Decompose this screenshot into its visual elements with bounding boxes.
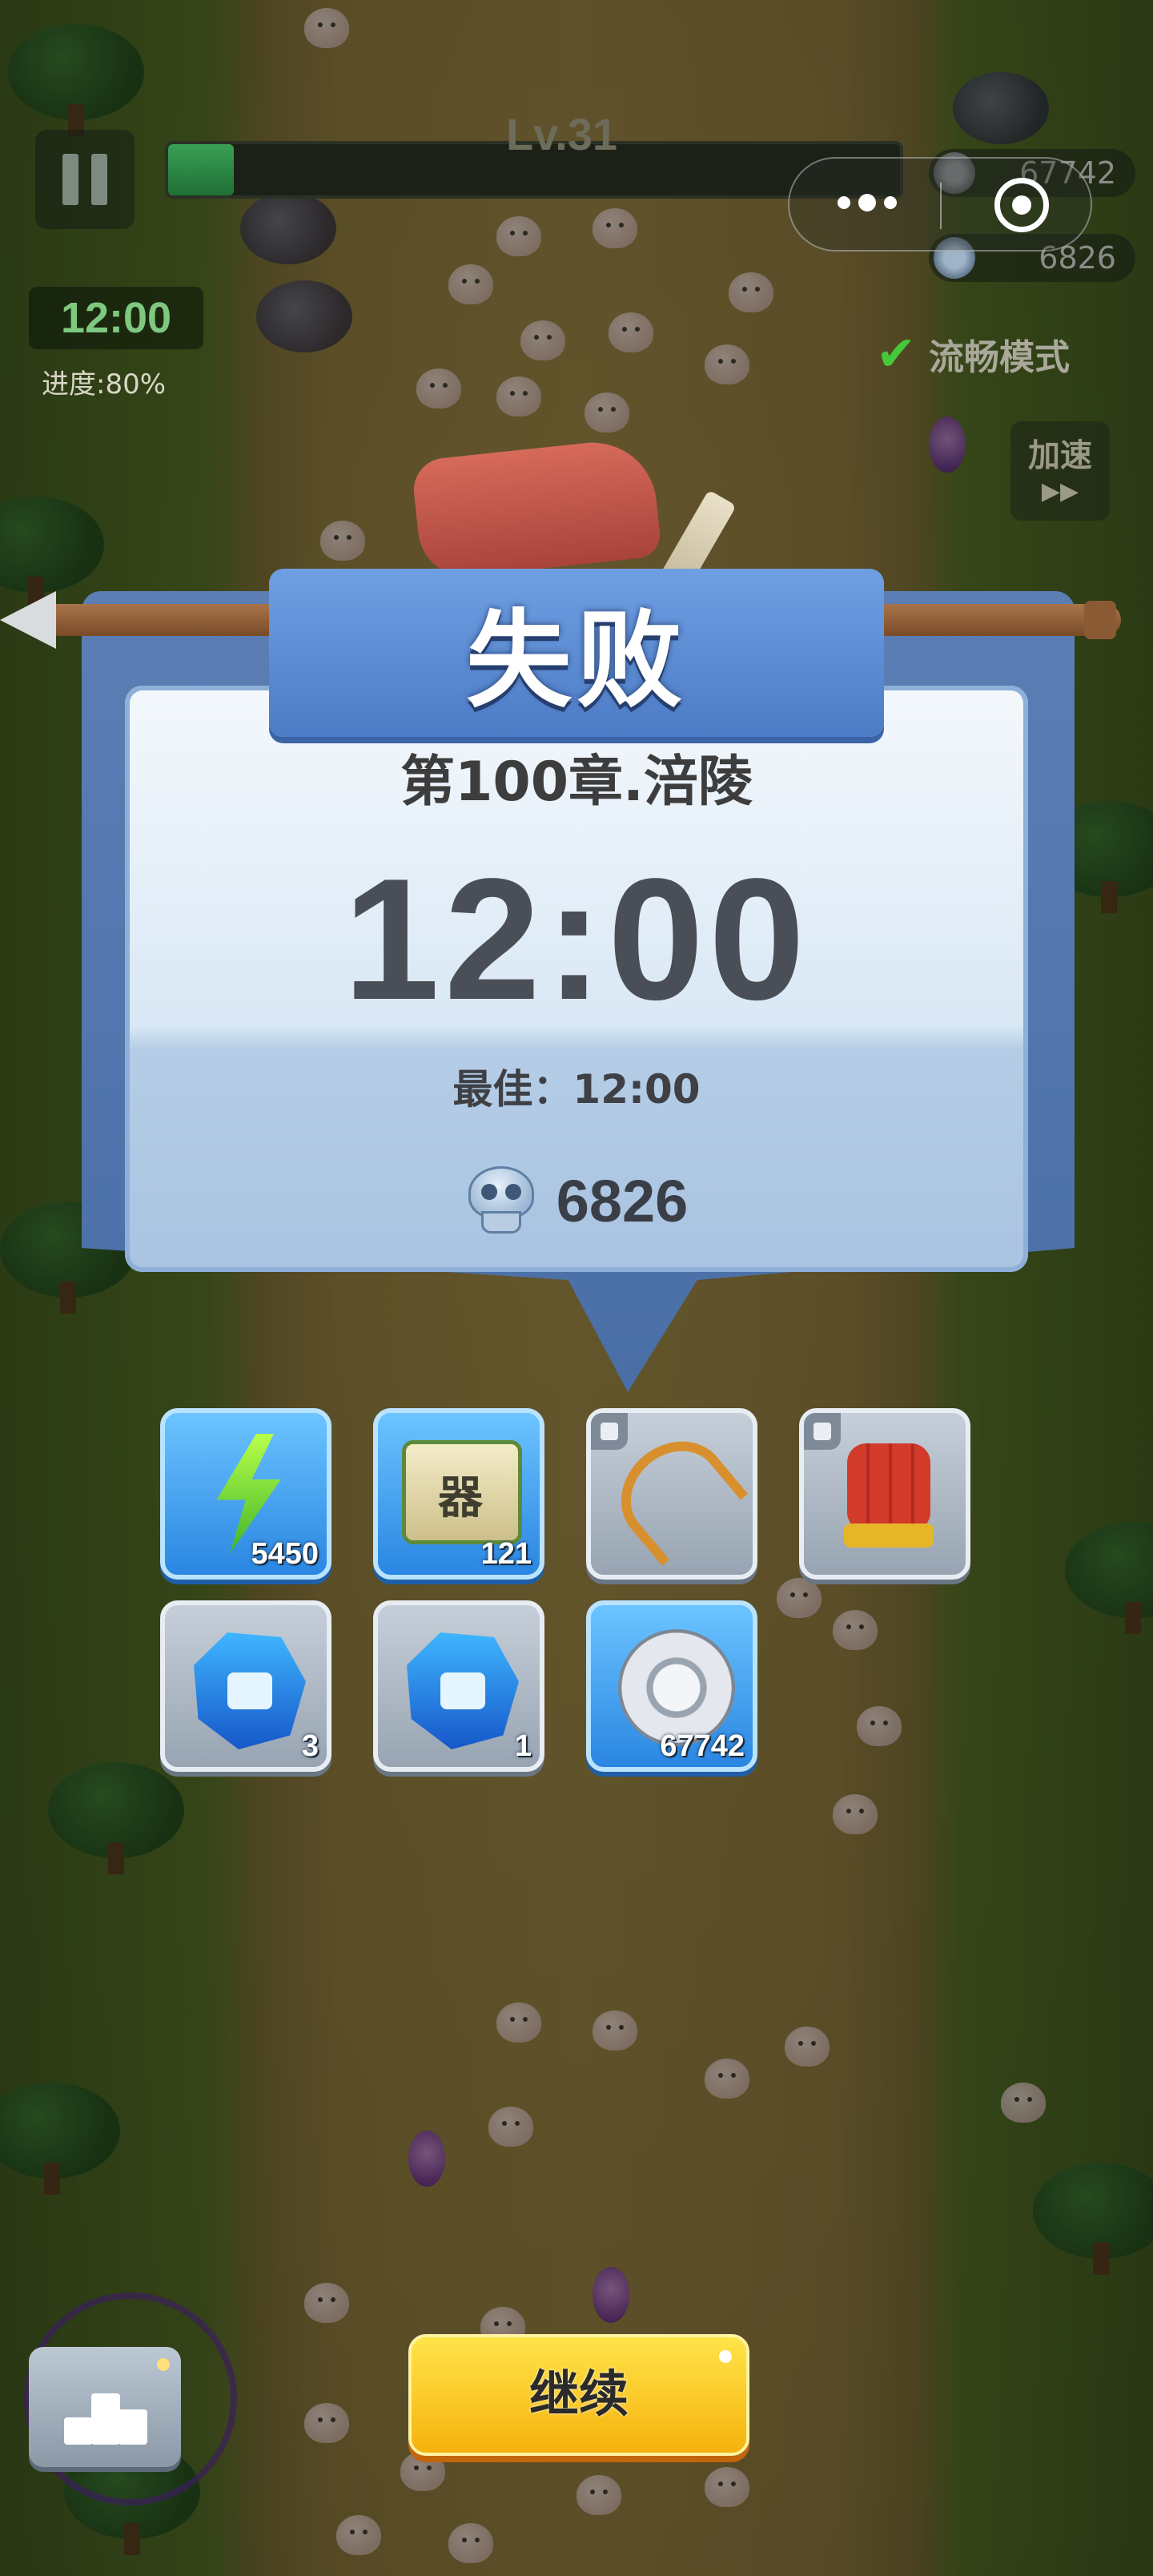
gauntlet-icon bbox=[844, 1443, 934, 1548]
reward-qty: 67742 bbox=[660, 1729, 745, 1763]
red-flag-decoration bbox=[410, 436, 663, 582]
leaderboard-button[interactable] bbox=[29, 2347, 181, 2467]
more-dots-icon bbox=[838, 196, 850, 209]
checkmark-icon: ✔ bbox=[876, 326, 917, 382]
reward-qty: 3 bbox=[301, 1729, 319, 1763]
lightning-bolt-icon bbox=[216, 1434, 281, 1554]
helmet-gem-icon bbox=[407, 1632, 519, 1749]
reward-tile-gauntlet[interactable] bbox=[799, 1408, 970, 1580]
progress-label: 进度:80% bbox=[42, 368, 167, 400]
chapter-name: 第100章.涪陵 bbox=[400, 751, 753, 814]
pause-button[interactable] bbox=[35, 130, 135, 229]
reward-tile-map[interactable]: 121 bbox=[373, 1408, 544, 1580]
speed-up-button[interactable]: 加速 ▶▶ bbox=[1010, 421, 1110, 521]
reward-qty: 121 bbox=[480, 1537, 532, 1571]
close-miniprogram-button[interactable] bbox=[994, 178, 1049, 232]
survival-time: 12:00 bbox=[343, 842, 810, 1036]
kill-total: 6826 bbox=[556, 1167, 689, 1234]
armor-slot-icon bbox=[804, 1413, 841, 1450]
result-title: 失败 bbox=[466, 599, 687, 722]
map-scroll-icon bbox=[402, 1440, 522, 1544]
miniprogram-capsule bbox=[788, 157, 1092, 252]
reward-tile-coins[interactable]: 67742 bbox=[586, 1600, 757, 1772]
continue-label: 继续 bbox=[528, 2365, 629, 2423]
more-menu-button[interactable] bbox=[838, 194, 897, 211]
reward-tile-helmet-gem[interactable]: 1 bbox=[373, 1600, 544, 1772]
kill-summary: 6826 bbox=[125, 1166, 1028, 1235]
skull-icon bbox=[465, 1166, 537, 1235]
reward-tile-boot-gem[interactable]: 3 bbox=[160, 1600, 331, 1772]
smooth-mode-label: 流畅模式 bbox=[929, 337, 1070, 378]
speed-up-label: 加速 bbox=[1028, 437, 1092, 474]
pause-icon bbox=[62, 154, 78, 205]
fast-forward-icon: ▶▶ bbox=[1041, 477, 1079, 505]
xp-bar-fill bbox=[168, 144, 235, 195]
best-time: 最佳：12:00 bbox=[452, 1066, 701, 1113]
match-timer: 12:00 bbox=[29, 287, 203, 349]
weapon-slot-icon bbox=[591, 1413, 628, 1450]
boot-gem-icon bbox=[194, 1632, 306, 1749]
level-label: Lv.31 bbox=[506, 109, 618, 159]
continue-button[interactable]: 继续 bbox=[408, 2334, 749, 2456]
reward-tile-crossbow[interactable] bbox=[586, 1408, 757, 1580]
podium-icon bbox=[64, 2417, 93, 2445]
smooth-mode-toggle[interactable]: ✔ 流畅模式 bbox=[876, 328, 1070, 380]
reward-qty: 1 bbox=[514, 1729, 532, 1763]
reward-tile-energy[interactable]: 5450 bbox=[160, 1408, 331, 1580]
reward-qty: 5450 bbox=[251, 1537, 319, 1571]
spear-tip-decoration bbox=[0, 591, 56, 649]
